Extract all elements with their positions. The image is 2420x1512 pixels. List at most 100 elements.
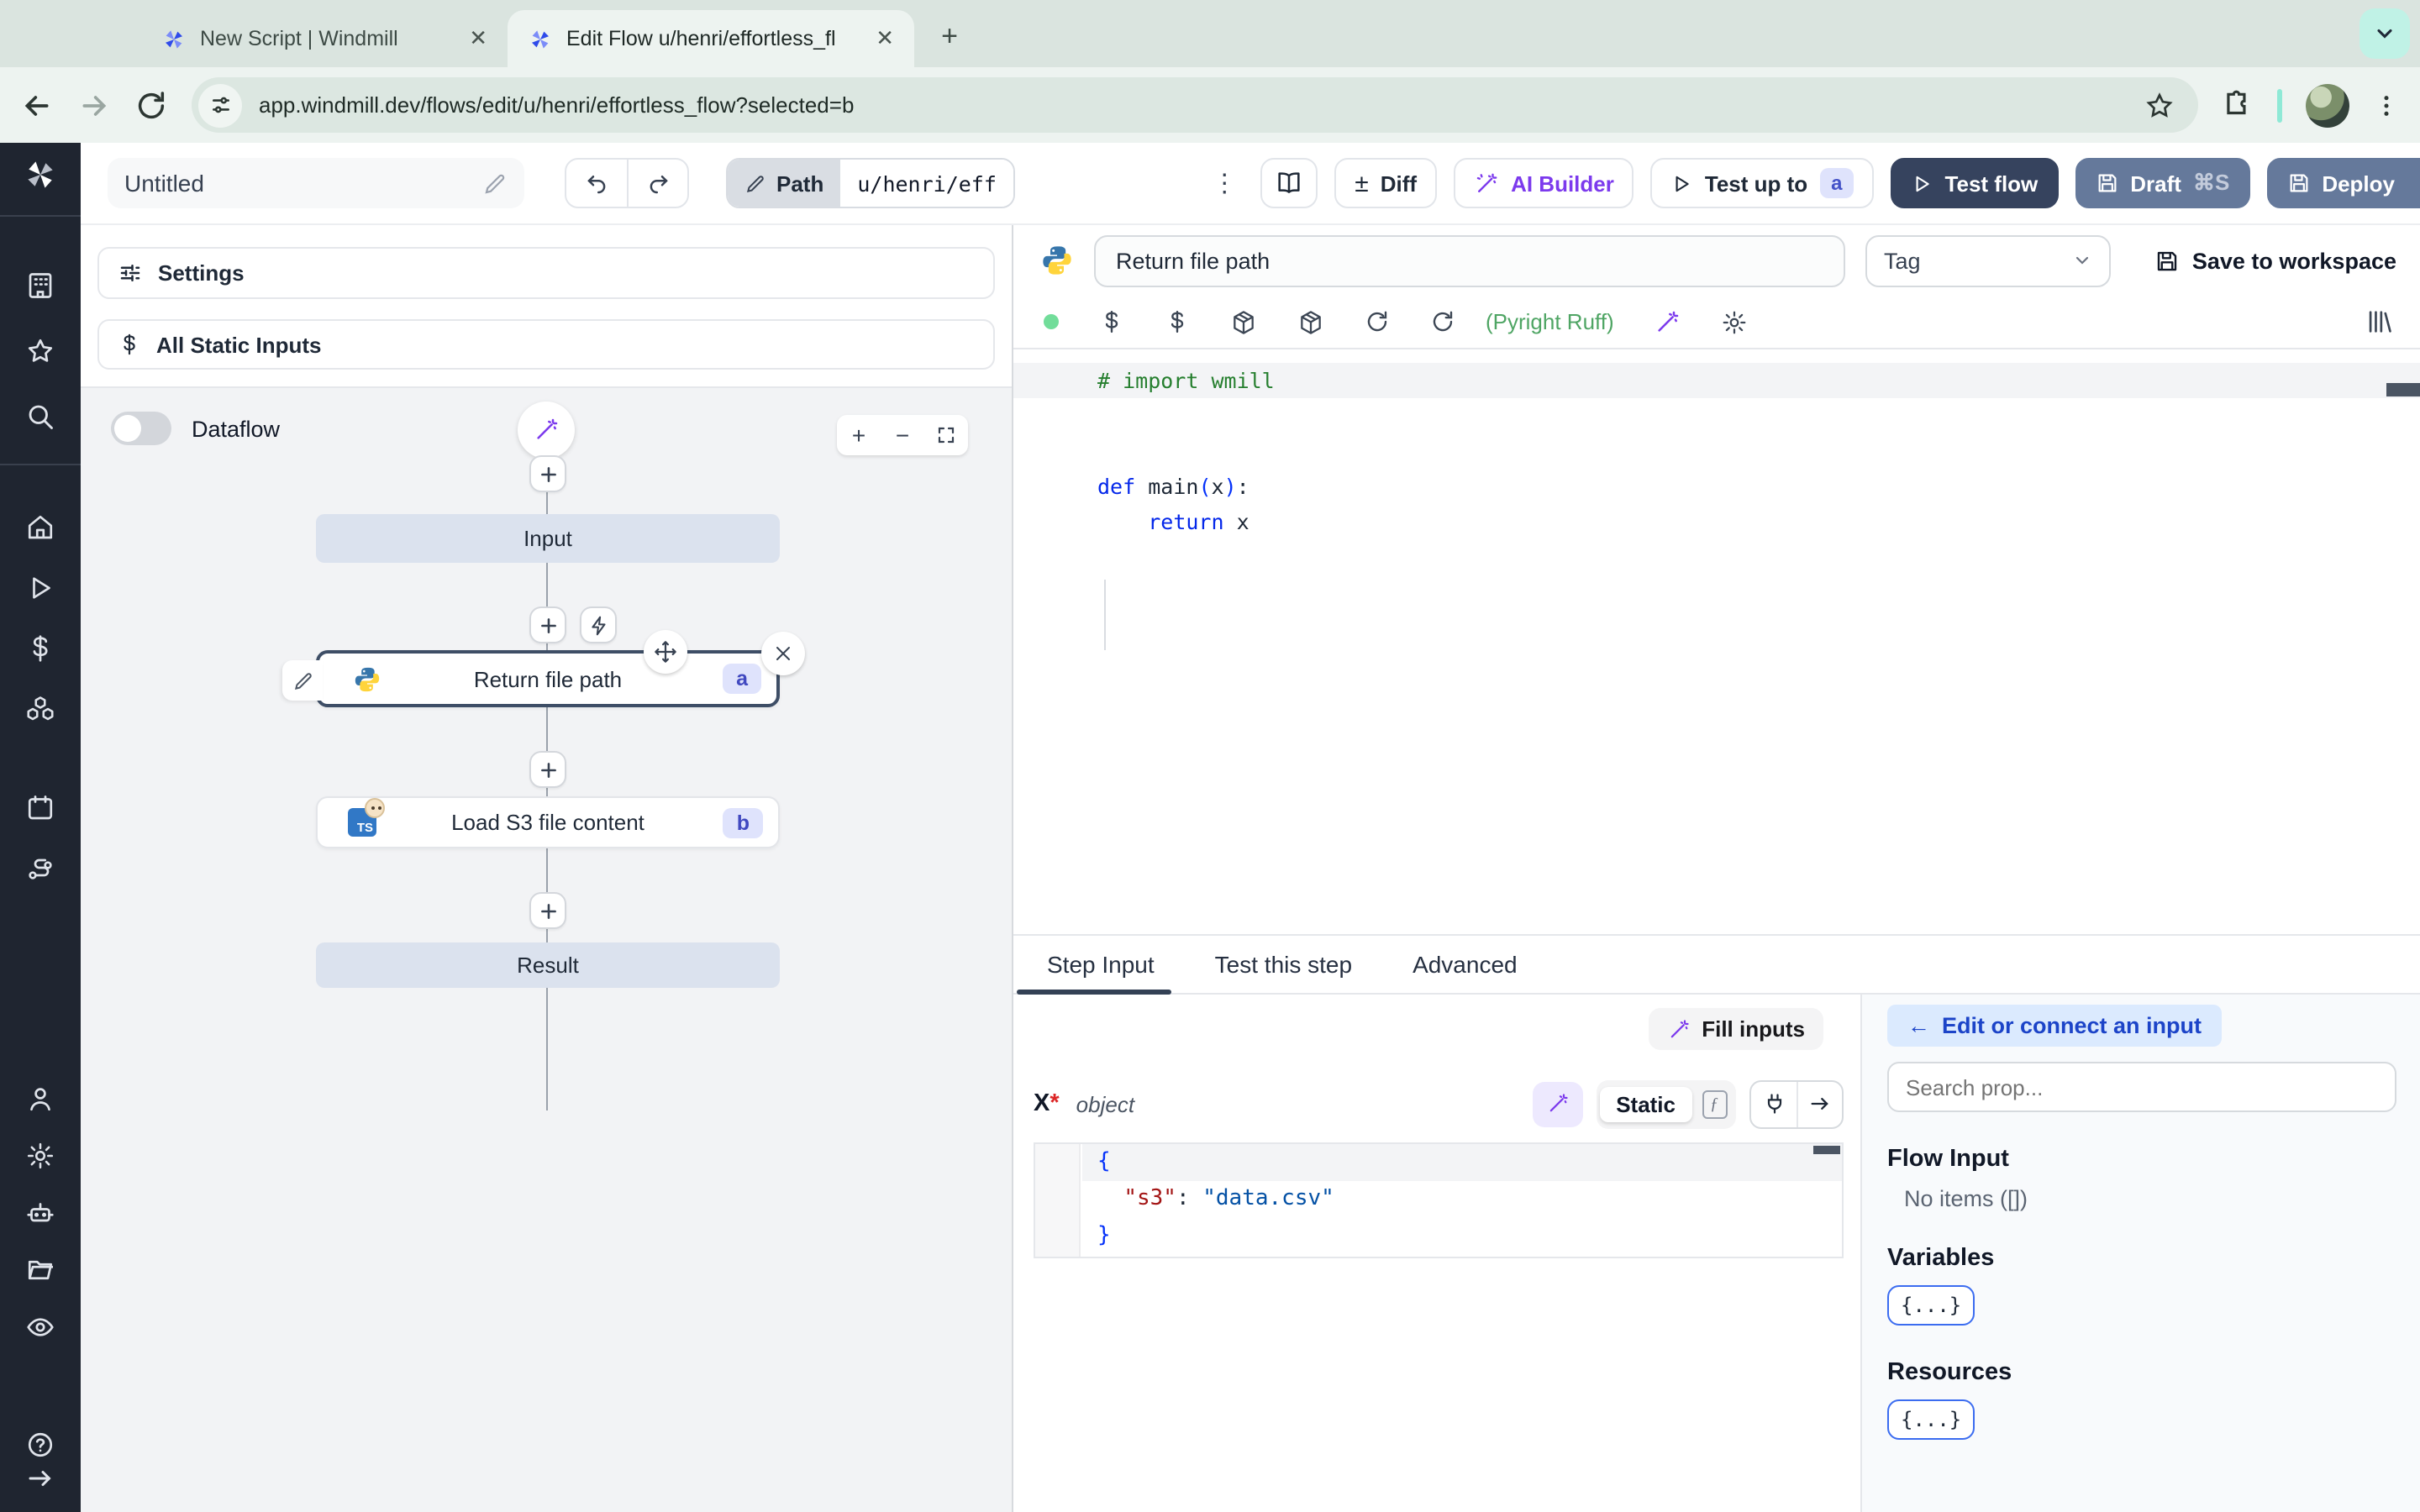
json-scrollbar[interactable] xyxy=(1813,1146,1840,1154)
tab-advanced[interactable]: Advanced xyxy=(1413,936,1518,993)
expand-sidebar-icon[interactable] xyxy=(25,1463,55,1494)
dollar-icon[interactable] xyxy=(1165,309,1190,334)
dollar-icon[interactable] xyxy=(1099,309,1124,334)
editor-scrollbar[interactable] xyxy=(2386,383,2420,396)
tab-step-input[interactable]: Step Input xyxy=(1017,936,1171,995)
library-icon[interactable] xyxy=(2365,307,2393,336)
more-menu-icon[interactable]: ⋮ xyxy=(1205,168,1244,198)
flow-name-field[interactable]: Untitled xyxy=(108,158,524,208)
flow-settings-button[interactable]: Settings xyxy=(97,247,995,299)
package-icon[interactable] xyxy=(1230,308,1257,335)
workers-robot-icon[interactable] xyxy=(25,1198,55,1228)
flow-node-step-a[interactable]: Return file path a xyxy=(282,630,805,707)
search-prop-input[interactable] xyxy=(1887,1062,2396,1112)
routes-icon[interactable] xyxy=(25,855,55,885)
draft-button[interactable]: Draft ⌘S xyxy=(2075,158,2250,208)
add-step-button[interactable] xyxy=(529,606,566,643)
expression-option[interactable]: ƒ xyxy=(1696,1085,1733,1122)
variables-icon[interactable] xyxy=(25,633,55,664)
address-bar[interactable]: app.windmill.dev/flows/edit/u/henri/effo… xyxy=(192,77,2198,133)
runs-icon[interactable] xyxy=(25,573,55,603)
plug-connect-button[interactable] xyxy=(1751,1081,1797,1126)
tag-select[interactable]: Tag xyxy=(1865,234,2111,286)
add-trigger-button[interactable] xyxy=(580,606,617,643)
schedules-icon[interactable] xyxy=(25,793,55,823)
site-settings-icon[interactable] xyxy=(198,83,242,127)
forward-icon[interactable] xyxy=(77,88,111,122)
fill-inputs-button[interactable]: Fill inputs xyxy=(1648,1008,1823,1050)
flow-node-step-b[interactable]: TS Load S3 file content b xyxy=(316,796,780,848)
test-up-to-button[interactable]: Test up to a xyxy=(1650,158,1875,208)
arrow-next-button[interactable] xyxy=(1797,1081,1842,1126)
zoom-in-button[interactable]: + xyxy=(837,415,881,455)
arg-controls: Static ƒ xyxy=(1532,1079,1844,1128)
zoom-out-button[interactable]: − xyxy=(881,415,924,455)
test-flow-button[interactable]: Test flow xyxy=(1891,158,2059,208)
browser-tab-edit-flow[interactable]: Edit Flow u/henri/effortless_fl ✕ xyxy=(508,10,914,67)
browser-tab-new-script[interactable]: New Script | Windmill ✕ xyxy=(141,10,508,67)
static-option[interactable]: Static xyxy=(1599,1086,1692,1121)
workspace-icon[interactable] xyxy=(25,270,55,301)
ai-fill-arg-button[interactable] xyxy=(1532,1081,1583,1126)
editor-settings-gear-icon[interactable] xyxy=(1722,308,1749,335)
fit-view-button[interactable] xyxy=(924,415,968,455)
favorites-star-icon[interactable] xyxy=(25,336,55,366)
docs-button[interactable] xyxy=(1260,158,1318,208)
redo-button[interactable] xyxy=(627,160,687,207)
refresh-icon[interactable] xyxy=(1430,309,1455,334)
arg-json-editor[interactable]: { "s3": "data.csv"} xyxy=(1034,1142,1844,1258)
ts-label: TS xyxy=(356,820,373,835)
add-step-button[interactable] xyxy=(529,751,566,788)
package-icon[interactable] xyxy=(1297,308,1324,335)
diff-button[interactable]: ± Diff xyxy=(1334,158,1438,208)
edit-step-pencil-icon[interactable] xyxy=(282,660,323,701)
reload-icon[interactable] xyxy=(134,88,168,122)
search-icon[interactable] xyxy=(25,402,55,432)
dataflow-toggle[interactable] xyxy=(111,412,171,445)
move-step-button[interactable] xyxy=(644,630,687,674)
ai-builder-button[interactable]: AI Builder xyxy=(1454,158,1634,208)
code-editor[interactable]: # import wmill def main(x): return x xyxy=(1013,349,2420,934)
back-icon[interactable] xyxy=(20,88,54,122)
tab-search-button[interactable] xyxy=(2360,8,2410,59)
all-static-inputs-button[interactable]: All Static Inputs xyxy=(97,319,995,370)
windmill-logo[interactable] xyxy=(22,156,59,193)
step-name-input[interactable] xyxy=(1094,234,1845,286)
variables-braces-button[interactable]: {...} xyxy=(1887,1285,1975,1326)
undo-button[interactable] xyxy=(566,160,627,207)
path-button[interactable]: Path u/henri/eff xyxy=(726,158,1015,208)
new-tab-button[interactable]: + xyxy=(928,15,971,59)
flow-node-input[interactable]: Input xyxy=(316,514,780,563)
home-icon[interactable] xyxy=(25,512,55,543)
resources-icon[interactable] xyxy=(25,694,55,724)
deploy-button[interactable]: Deploy xyxy=(2266,158,2420,208)
lint-status[interactable]: (Pyright Ruff) xyxy=(1486,309,1614,334)
tab-test-this-step[interactable]: Test this step xyxy=(1215,936,1352,993)
help-icon[interactable] xyxy=(25,1430,55,1460)
settings-gear-icon[interactable] xyxy=(25,1141,55,1171)
resources-braces-button[interactable]: {...} xyxy=(1887,1399,1975,1440)
edit-or-connect-button[interactable]: ← Edit or connect an input xyxy=(1887,1005,2222,1047)
user-icon[interactable] xyxy=(25,1084,55,1114)
argument-row: X * object Static ƒ xyxy=(1034,1079,1844,1129)
flow-graph: Dataflow + − Input Return file path a TS… xyxy=(81,386,1012,1512)
browser-menu-icon[interactable] xyxy=(2373,92,2400,118)
avatar[interactable] xyxy=(2306,83,2349,127)
tab-close-icon[interactable]: ✕ xyxy=(872,25,897,52)
draft-shortcut: ⌘S xyxy=(2192,170,2230,195)
save-to-workspace-button[interactable]: Save to workspace xyxy=(2155,248,2396,273)
refresh-icon[interactable] xyxy=(1365,309,1390,334)
tab-close-icon[interactable]: ✕ xyxy=(466,25,491,52)
browser-window: New Script | Windmill ✕ Edit Flow u/henr… xyxy=(0,0,2420,1512)
add-step-button[interactable] xyxy=(529,455,566,492)
extensions-icon[interactable] xyxy=(2222,89,2254,121)
ai-wand-icon[interactable] xyxy=(1655,308,1681,335)
audit-eye-icon[interactable] xyxy=(25,1312,55,1342)
folders-icon[interactable] xyxy=(25,1255,55,1285)
node-badge: a xyxy=(723,664,761,694)
ai-flow-wand-button[interactable] xyxy=(518,402,575,459)
delete-step-button[interactable] xyxy=(761,632,805,675)
bookmark-star-icon[interactable] xyxy=(2144,90,2175,120)
add-step-button[interactable] xyxy=(529,892,566,929)
flow-node-result[interactable]: Result xyxy=(316,942,780,988)
